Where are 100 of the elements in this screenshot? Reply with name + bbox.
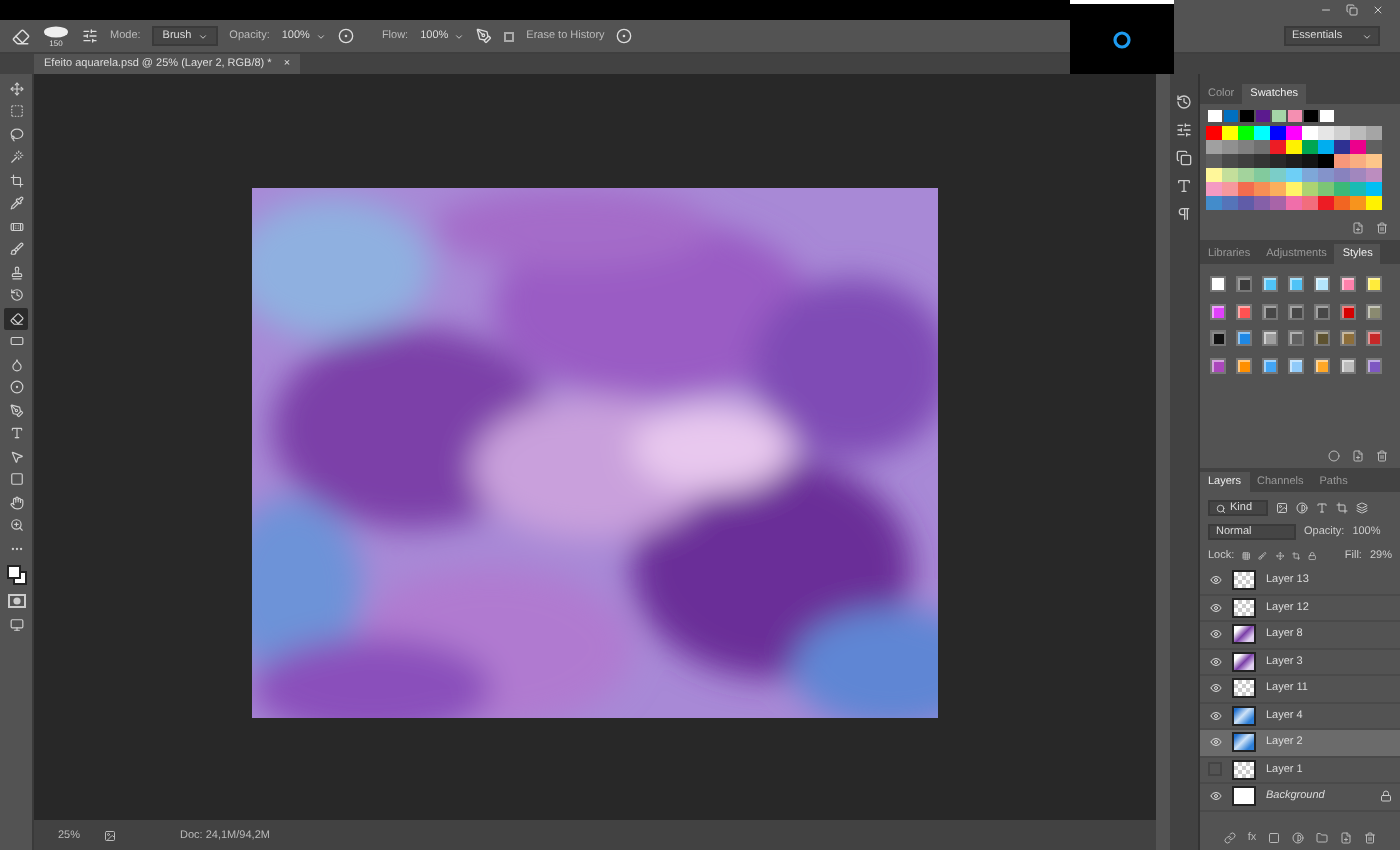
close-icon[interactable] (1372, 4, 1384, 16)
eraser-tool-icon[interactable] (4, 308, 28, 329)
style-preset[interactable] (1262, 303, 1278, 319)
swatch[interactable] (1318, 126, 1334, 140)
swatch[interactable] (1206, 196, 1222, 210)
swatch[interactable] (1334, 182, 1350, 196)
swatch[interactable] (1270, 182, 1286, 196)
style-preset[interactable] (1340, 303, 1356, 319)
swatch[interactable] (1238, 182, 1254, 196)
swatch[interactable] (1270, 168, 1286, 182)
swatch[interactable] (1350, 196, 1366, 210)
swatch[interactable] (1334, 140, 1350, 154)
swatch[interactable] (1350, 182, 1366, 196)
swatch[interactable] (1286, 126, 1302, 140)
swatch[interactable] (1256, 110, 1270, 122)
swatch[interactable] (1270, 126, 1286, 140)
swatch[interactable] (1302, 154, 1318, 168)
swatch[interactable] (1222, 196, 1238, 210)
style-preset[interactable] (1314, 330, 1330, 346)
swatch[interactable] (1254, 196, 1270, 210)
swatch[interactable] (1222, 182, 1238, 196)
style-preset[interactable] (1262, 276, 1278, 292)
style-preset[interactable] (1262, 357, 1278, 373)
swatch[interactable] (1318, 168, 1334, 182)
swatch[interactable] (1208, 110, 1222, 122)
style-preset[interactable] (1340, 357, 1356, 373)
swatch[interactable] (1222, 126, 1238, 140)
swatch[interactable] (1350, 126, 1366, 140)
swatch[interactable] (1286, 168, 1302, 182)
swatch[interactable] (1270, 154, 1286, 168)
swatch[interactable] (1334, 126, 1350, 140)
style-preset[interactable] (1262, 330, 1278, 346)
swatch[interactable] (1240, 110, 1254, 122)
style-preset[interactable] (1366, 330, 1382, 346)
color-swatches-icon[interactable] (4, 561, 28, 589)
style-preset[interactable] (1236, 330, 1252, 346)
swatch[interactable] (1318, 154, 1334, 168)
style-preset[interactable] (1340, 276, 1356, 292)
eye-icon[interactable] (1208, 681, 1222, 696)
swatch[interactable] (1206, 182, 1222, 196)
swatch[interactable] (1238, 140, 1254, 154)
swatch[interactable] (1366, 182, 1382, 196)
style-preset[interactable] (1288, 357, 1304, 373)
swatch[interactable] (1334, 196, 1350, 210)
swatch[interactable] (1270, 196, 1286, 210)
style-preset[interactable] (1340, 330, 1356, 346)
swatch[interactable] (1238, 168, 1254, 182)
eye-icon[interactable] (1208, 735, 1222, 750)
eye-icon[interactable] (1208, 600, 1222, 615)
swatch[interactable] (1304, 110, 1318, 122)
swatch[interactable] (1206, 140, 1222, 154)
swatch[interactable] (1206, 126, 1222, 140)
swatch[interactable] (1366, 196, 1382, 210)
swatch[interactable] (1302, 140, 1318, 154)
swatch[interactable] (1320, 110, 1334, 122)
style-preset[interactable] (1210, 276, 1226, 292)
swatch[interactable] (1286, 140, 1302, 154)
eye-icon[interactable] (1208, 708, 1222, 723)
swatch[interactable] (1302, 168, 1318, 182)
swatch[interactable] (1350, 154, 1366, 168)
swatch[interactable] (1206, 168, 1222, 182)
swatch[interactable] (1238, 154, 1254, 168)
swatch[interactable] (1366, 140, 1382, 154)
style-preset[interactable] (1288, 330, 1304, 346)
swatch[interactable] (1318, 196, 1334, 210)
style-preset[interactable] (1366, 303, 1382, 319)
swatch[interactable] (1270, 140, 1286, 154)
swatch[interactable] (1302, 182, 1318, 196)
swatch[interactable] (1366, 154, 1382, 168)
swatch[interactable] (1286, 154, 1302, 168)
eye-icon[interactable] (1208, 654, 1222, 669)
erase-history-checkbox[interactable] (504, 31, 515, 41)
eye-icon[interactable] (1208, 627, 1222, 642)
eye-icon[interactable] (1208, 789, 1222, 804)
eye-icon[interactable] (1208, 573, 1222, 588)
swatch[interactable] (1286, 196, 1302, 210)
style-preset[interactable] (1236, 276, 1252, 292)
swatch[interactable] (1254, 182, 1270, 196)
swatch[interactable] (1302, 196, 1318, 210)
swatch[interactable] (1222, 168, 1238, 182)
swatch[interactable] (1318, 140, 1334, 154)
swatch[interactable] (1254, 168, 1270, 182)
style-preset[interactable] (1366, 276, 1382, 292)
style-preset[interactable] (1210, 330, 1226, 346)
swatch[interactable] (1238, 126, 1254, 140)
style-preset[interactable] (1236, 303, 1252, 319)
swatch[interactable] (1334, 168, 1350, 182)
swatch[interactable] (1366, 168, 1382, 182)
style-preset[interactable] (1366, 357, 1382, 373)
swatch[interactable] (1222, 154, 1238, 168)
style-preset[interactable] (1210, 303, 1226, 319)
quick-mask-icon[interactable] (4, 591, 28, 612)
swatch[interactable] (1254, 154, 1270, 168)
swatch[interactable] (1222, 140, 1238, 154)
swatch[interactable] (1334, 154, 1350, 168)
swatch[interactable] (1272, 110, 1286, 122)
swatch[interactable] (1366, 126, 1382, 140)
swatch[interactable] (1318, 182, 1334, 196)
swatch[interactable] (1302, 126, 1318, 140)
style-preset[interactable] (1236, 357, 1252, 373)
